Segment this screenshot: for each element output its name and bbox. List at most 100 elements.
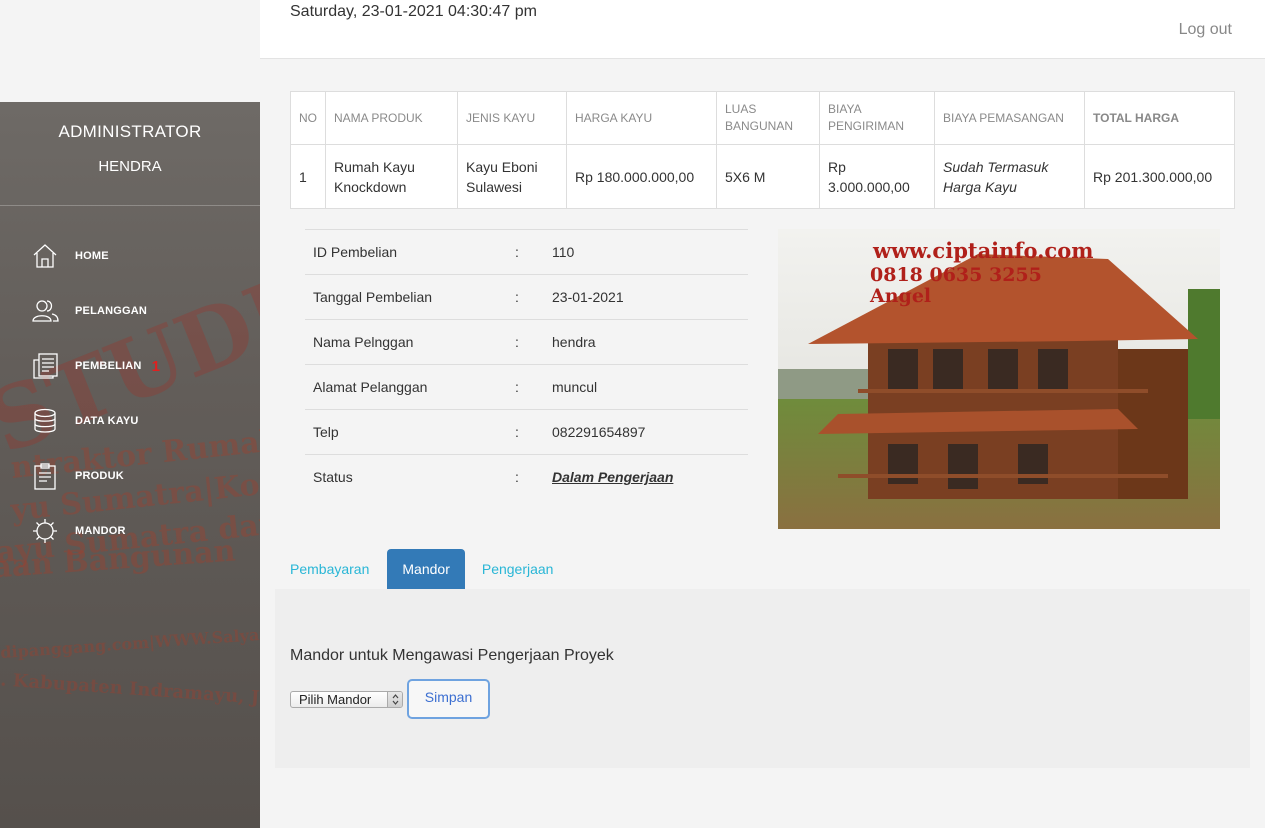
tab-mandor[interactable]: Mandor	[387, 549, 465, 589]
detail-row: Telp : 082291654897	[305, 409, 748, 455]
sidebar-panel: STUDIO OPTI ntraktor Rumah Kayu yu Sumat…	[0, 102, 260, 828]
cell-nama-produk: Rumah Kayu Knockdown	[325, 144, 458, 209]
cell-line: Knockdown	[334, 178, 407, 195]
detail-value: 110	[552, 229, 748, 275]
sidebar-item-data-kayu[interactable]: DATA KAYU	[30, 401, 250, 441]
cell-biaya-pemasangan: Sudah Termasuk Harga Kayu	[934, 144, 1085, 209]
detail-colon: :	[515, 229, 552, 275]
detail-value: Dalam Pengerjaan	[552, 454, 748, 500]
col-header-nama-produk: NAMA PRODUK	[325, 91, 458, 145]
cell-line: Sulawesi	[466, 178, 523, 195]
col-header-luas-bangunan: LUAS BANGUNAN	[716, 91, 820, 145]
cell-luas-bangunan: 5X6 M	[716, 144, 820, 209]
detail-label: Nama Pelnggan	[305, 319, 515, 365]
cell-harga-kayu: Rp 180.000.000,00	[566, 144, 717, 209]
sidebar-item-label: DATA KAYU	[75, 415, 139, 427]
logout-link[interactable]: Log out	[1179, 21, 1232, 39]
detail-colon: :	[515, 319, 552, 365]
detail-colon: :	[515, 454, 552, 500]
product-table: NO NAMA PRODUK JENIS KAYU HARGA KAYU LUA…	[290, 91, 1235, 209]
sidebar-item-label: PELANGGAN	[75, 305, 148, 317]
detail-value: 082291654897	[552, 409, 748, 455]
users-icon	[30, 296, 60, 326]
clipboard-icon	[30, 461, 60, 491]
sidebar-item-produk[interactable]: PRODUK	[30, 456, 250, 496]
database-icon	[30, 406, 60, 436]
gear-icon	[30, 516, 60, 546]
document-icon	[30, 351, 60, 381]
save-button[interactable]: Simpan	[407, 679, 490, 719]
detail-label: Status	[305, 454, 515, 500]
sidebar-item-label: PEMBELIAN	[75, 360, 142, 372]
col-header-total-harga: TOTAL HARGA	[1084, 91, 1235, 145]
cell-no: 1	[290, 144, 326, 209]
col-header-harga-kayu: HARGA KAYU	[566, 91, 717, 145]
detail-label: ID Pembelian	[305, 229, 515, 275]
detail-colon: :	[515, 409, 552, 455]
col-header-line: PENGIRIMAN	[828, 119, 905, 133]
cell-line: Kayu Eboni	[466, 158, 538, 175]
detail-value: 23-01-2021	[552, 274, 748, 320]
photo-watermark-line: Angel	[869, 285, 931, 307]
sidebar-item-pembelian[interactable]: PEMBELIAN 1	[30, 346, 250, 386]
sidebar-item-label: PRODUK	[75, 470, 124, 482]
col-header-biaya-pemasangan: BIAYA PEMASANGAN	[934, 91, 1085, 145]
col-header-no: NO	[290, 91, 326, 145]
mandor-select-value: Pilih Mandor	[299, 692, 372, 707]
detail-label: Tanggal Pembelian	[305, 274, 515, 320]
cell-line: 3.000.000,00	[828, 178, 910, 195]
detail-value: hendra	[552, 319, 748, 365]
sidebar-username: HENDRA	[98, 158, 162, 175]
table-header-row: NO NAMA PRODUK JENIS KAYU HARGA KAYU LUA…	[290, 91, 1235, 145]
col-header-line: BIAYA	[828, 102, 862, 116]
col-header-line: LUAS	[725, 102, 757, 116]
col-header-biaya-pengiriman: BIAYA PENGIRIMAN	[819, 91, 935, 145]
pembelian-count-badge: 1	[151, 357, 160, 375]
detail-row: Tanggal Pembelian : 23-01-2021	[305, 274, 748, 320]
photo-watermark-line: www.ciptainfo.com	[872, 238, 1093, 263]
sidebar-item-mandor[interactable]: MANDOR	[30, 511, 250, 551]
detail-label: Alamat Pelanggan	[305, 364, 515, 410]
col-header-line: BANGUNAN	[725, 119, 794, 133]
cell-line: Rp	[828, 158, 846, 175]
cell-jenis-kayu: Kayu Eboni Sulawesi	[457, 144, 567, 209]
cell-line: Sudah Termasuk	[943, 158, 1049, 175]
detail-label: Telp	[305, 409, 515, 455]
tab-pembayaran[interactable]: Pembayaran	[290, 549, 369, 589]
product-photo: www.ciptainfo.com 0818 0635 3255 Angel	[778, 229, 1220, 529]
detail-row: Status : Dalam Pengerjaan	[305, 454, 748, 500]
detail-colon: :	[515, 274, 552, 320]
table-row: 1 Rumah Kayu Knockdown Kayu Eboni Sulawesi…	[290, 144, 1235, 209]
detail-tabs: Pembayaran Mandor Pengerjaan	[290, 549, 553, 589]
col-header-jenis-kayu: JENIS KAYU	[457, 91, 567, 145]
sidebar-watermark: . Kabupaten Indramayu, Jawa Barat	[0, 669, 260, 715]
mandor-tab-panel: Mandor untuk Mengawasi Pengerjaan Proyek…	[275, 589, 1250, 768]
sidebar-item-label: MANDOR	[75, 525, 126, 537]
sidebar-item-home[interactable]: HOME	[30, 236, 250, 276]
purchase-details: ID Pembelian : 110 Tanggal Pembelian : 2…	[305, 229, 748, 500]
status-link[interactable]: Dalam Pengerjaan	[552, 469, 673, 485]
tab-pengerjaan[interactable]: Pengerjaan	[482, 549, 554, 589]
sidebar-item-pelanggan[interactable]: PELANGGAN	[30, 291, 250, 331]
select-arrows-icon	[387, 692, 402, 707]
panel-heading: Mandor untuk Mengawasi Pengerjaan Proyek	[290, 647, 614, 664]
cell-total-harga: Rp 201.300.000,00	[1084, 144, 1235, 209]
detail-row: Alamat Pelanggan : muncul	[305, 364, 748, 410]
sidebar-watermark: dipanggang.com|WWW.Salyan-Kont	[0, 620, 260, 663]
home-icon	[30, 241, 60, 271]
sidebar-item-label: HOME	[75, 250, 109, 262]
sidebar-divider	[0, 205, 260, 206]
cell-biaya-pengiriman: Rp 3.000.000,00	[819, 144, 935, 209]
top-header: Saturday, 23-01-2021 04:30:47 pm Log out	[260, 0, 1265, 59]
photo-watermark-line: 0818 0635 3255	[870, 264, 1042, 286]
detail-row: Nama Pelnggan : hendra	[305, 319, 748, 365]
sidebar: STUDIO OPTI ntraktor Rumah Kayu yu Sumat…	[0, 0, 260, 828]
cell-line: Harga Kayu	[943, 178, 1017, 195]
mandor-select[interactable]: Pilih Mandor	[290, 691, 403, 708]
detail-row: ID Pembelian : 110	[305, 229, 748, 275]
sidebar-role: ADMINISTRATOR	[58, 122, 202, 141]
current-datetime: Saturday, 23-01-2021 04:30:47 pm	[290, 3, 537, 20]
detail-value: muncul	[552, 364, 748, 410]
cell-line: Rumah Kayu	[334, 158, 415, 175]
detail-colon: :	[515, 364, 552, 410]
